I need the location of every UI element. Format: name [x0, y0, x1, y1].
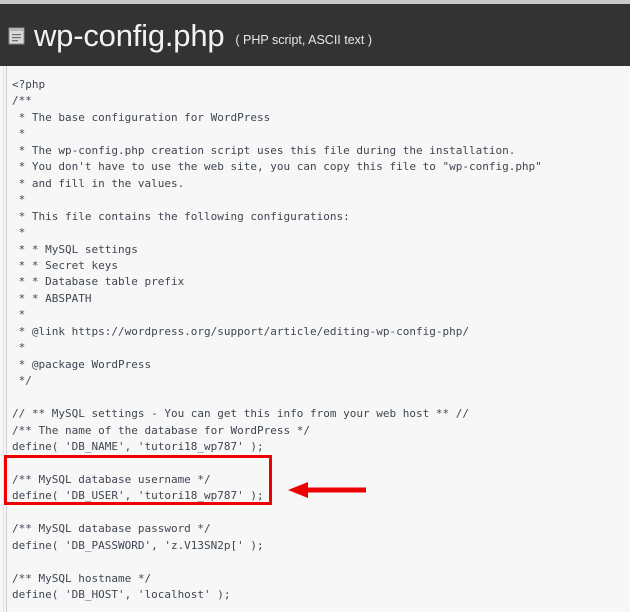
file-header-bar: wp-config.php ( PHP script, ASCII text )	[0, 4, 630, 66]
gutter-divider-outer	[3, 66, 4, 612]
file-type-subtitle: ( PHP script, ASCII text )	[235, 32, 373, 47]
wp-config-file-viewer: wp-config.php ( PHP script, ASCII text )…	[0, 0, 630, 612]
gutter-divider	[6, 66, 7, 612]
file-title: wp-config.php	[34, 17, 225, 53]
file-document-icon	[8, 27, 25, 45]
php-source-code: <?php /** * The base configuration for W…	[12, 78, 542, 602]
code-viewer[interactable]: <?php /** * The base configuration for W…	[0, 66, 630, 612]
